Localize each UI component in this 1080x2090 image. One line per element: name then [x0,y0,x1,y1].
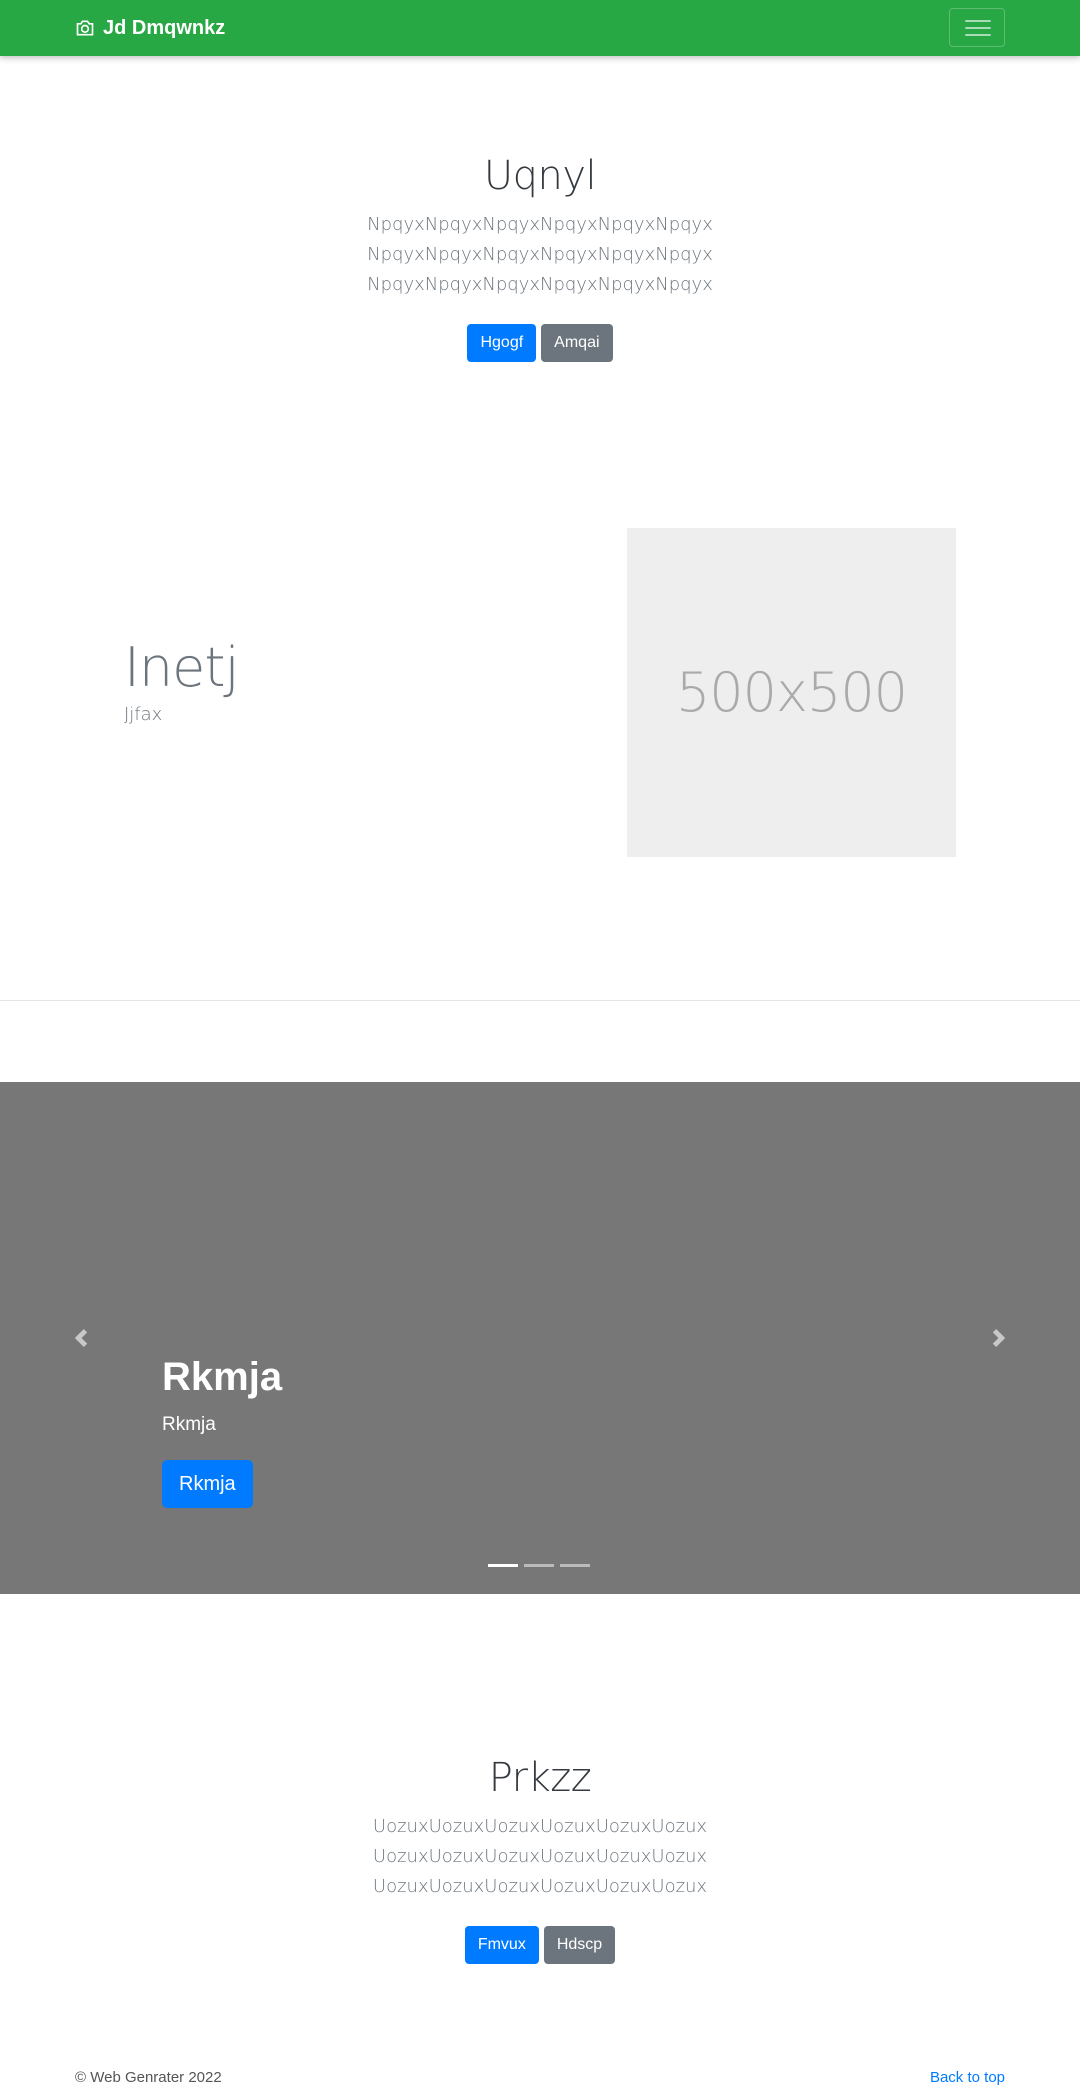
hero-primary-button[interactable]: Hgogf [467,324,537,362]
placeholder-label: 500x500 [675,661,908,724]
second-hero-section: Prkzz UozuxUozuxUozuxUozuxUozuxUozux Uoz… [0,1754,1080,1964]
second-hero-lead-line: UozuxUozuxUozuxUozuxUozuxUozux [372,1846,708,1867]
carousel: Rkmja Rkmja Rkmja [0,1082,1080,1594]
second-hero-secondary-button[interactable]: Hdscp [543,1926,616,1964]
featurette-heading: Inetj [124,636,240,699]
brand-link[interactable]: Jd Dmqwnkz [75,15,225,41]
carousel-caption-title: Rkmja [162,1355,283,1399]
carousel-indicator[interactable] [488,1564,518,1567]
hamburger-icon-bar [965,27,991,29]
chevron-right-icon [992,1329,1006,1347]
hero-section: Uqnyl NpqyxNpqyxNpqyxNpqyxNpqyxNpqyx Npq… [0,152,1080,362]
navbar-toggler-button[interactable] [949,8,1005,47]
hero-title: Uqnyl [483,153,597,199]
chevron-left-icon [74,1329,88,1347]
carousel-caption-text: Rkmja [162,1414,216,1435]
hero-buttons: Hgogf Amqai [0,324,1080,362]
navbar: Jd Dmqwnkz [0,0,1080,56]
featurette-divider [0,1000,1080,1001]
carousel-caption-button[interactable]: Rkmja [162,1460,253,1508]
carousel-prev-button[interactable] [0,1082,160,1594]
hero-lead-line: NpqyxNpqyxNpqyxNpqyxNpqyxNpqyx [367,214,713,235]
second-hero-title: Prkzz [488,1755,592,1801]
hero-lead: NpqyxNpqyxNpqyxNpqyxNpqyxNpqyx NpqyxNpqy… [0,210,1080,300]
footer-copyright: © Web Genrater 2022 [75,2069,222,2086]
featurette-subheading: Jjfax [124,704,163,725]
second-hero-primary-button[interactable]: Fmvux [464,1926,539,1964]
hamburger-icon-bar [965,34,991,36]
second-hero-buttons: Fmvux Hdscp [0,1926,1080,1964]
second-hero-lead: UozuxUozuxUozuxUozuxUozuxUozux UozuxUozu… [0,1812,1080,1902]
second-hero-lead-line: UozuxUozuxUozuxUozuxUozuxUozux [372,1816,708,1837]
carousel-indicator[interactable] [560,1564,590,1567]
featurette-image-placeholder: 500x500 [627,528,956,857]
camera-icon [76,20,94,36]
hero-lead-line: NpqyxNpqyxNpqyxNpqyxNpqyxNpqyx [367,274,713,295]
back-to-top-link[interactable]: Back to top [930,2068,1005,2088]
carousel-next-button[interactable] [920,1082,1080,1594]
carousel-indicators [488,1564,590,1567]
hero-secondary-button[interactable]: Amqai [541,324,613,362]
hero-lead-line: NpqyxNpqyxNpqyxNpqyxNpqyxNpqyx [367,244,713,265]
brand-name: Jd Dmqwnkz [103,17,226,39]
hamburger-icon [965,20,991,22]
carousel-indicator[interactable] [524,1564,554,1567]
second-hero-lead-line: UozuxUozuxUozuxUozuxUozuxUozux [372,1876,708,1897]
